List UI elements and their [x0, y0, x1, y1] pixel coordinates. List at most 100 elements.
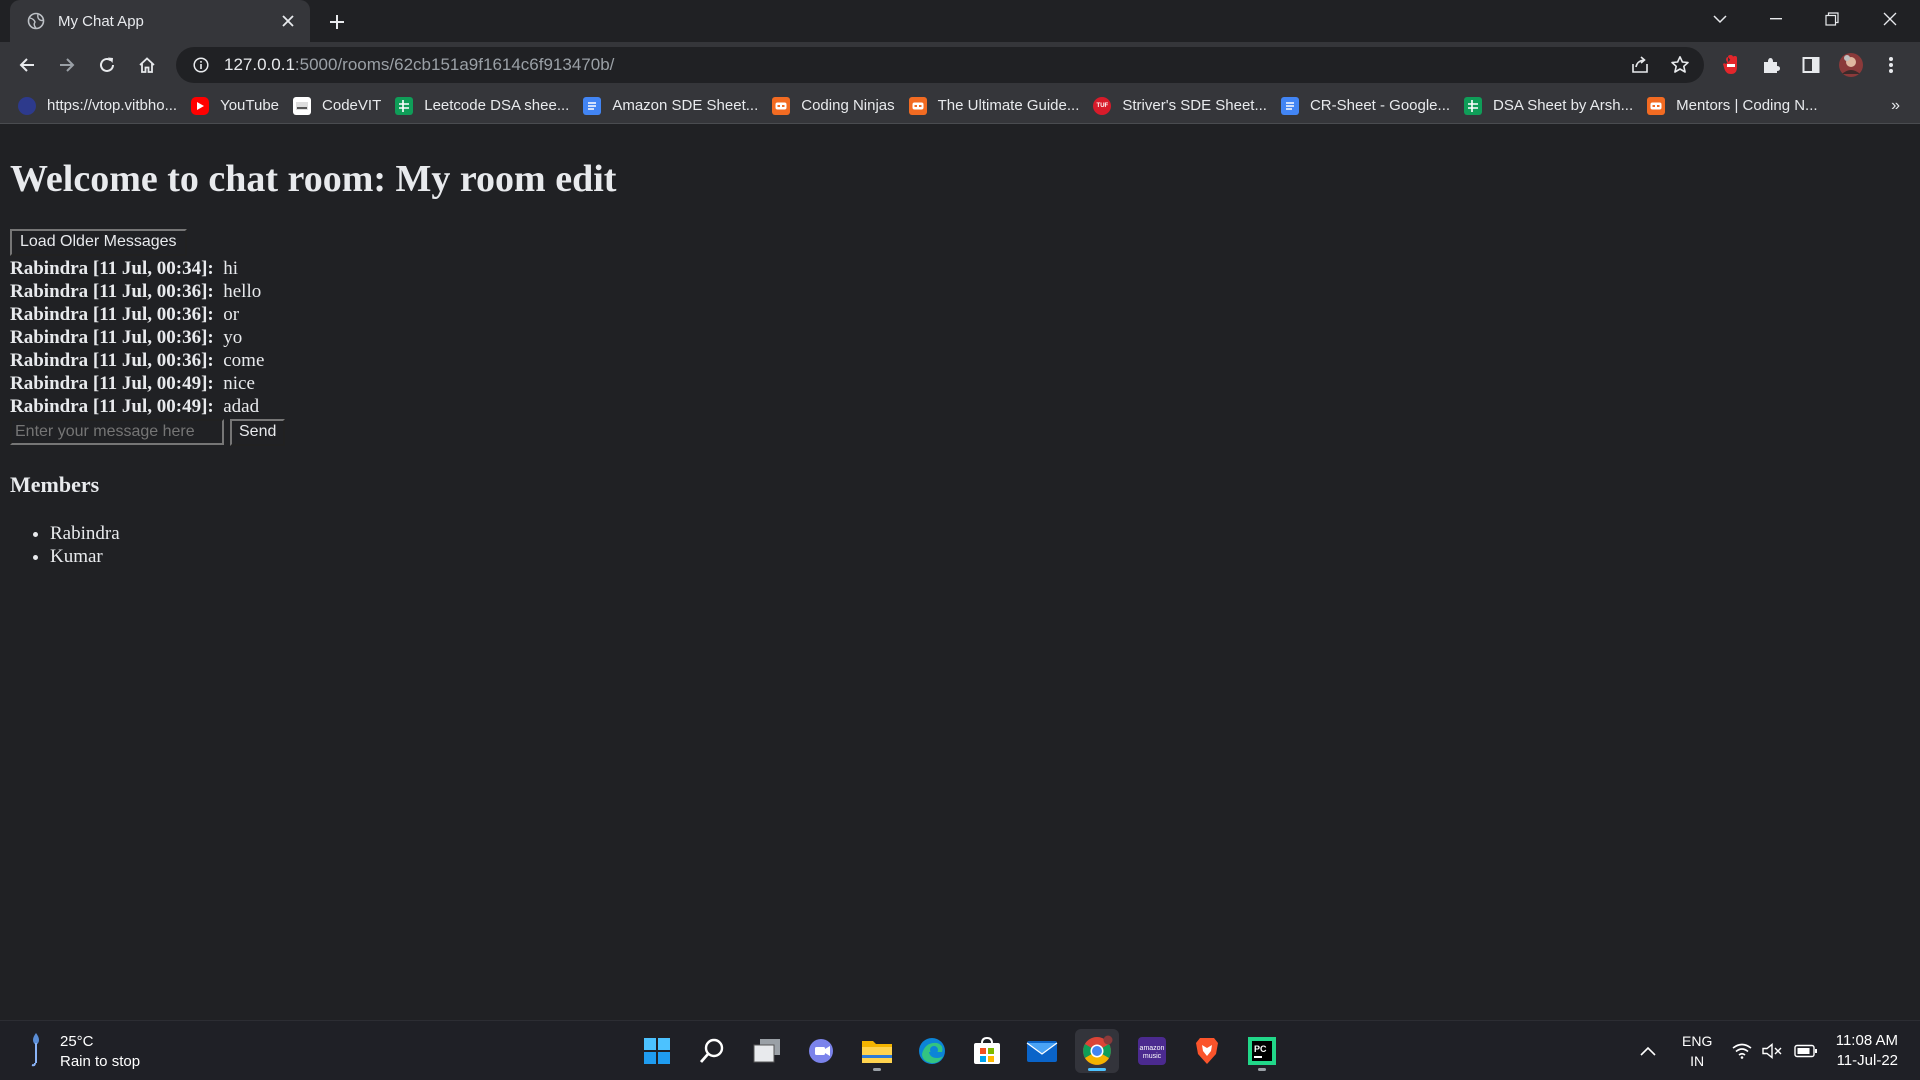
message-sender: Rabindra [11 Jul, 00:34]:	[10, 257, 214, 279]
sheets-icon	[1464, 96, 1483, 115]
file-explorer-icon[interactable]	[855, 1029, 899, 1073]
volume-muted-icon[interactable]	[1762, 1021, 1782, 1080]
member-item: Rabindra	[50, 522, 1910, 545]
message-sender: Rabindra [11 Jul, 00:36]:	[10, 326, 214, 348]
start-icon[interactable]	[635, 1029, 679, 1073]
task-view-icon[interactable]	[745, 1029, 789, 1073]
browser-tab[interactable]: My Chat App	[10, 0, 310, 42]
address-bar[interactable]: 127.0.0.1:5000/rooms/62cb151a9f1614c6f91…	[176, 47, 1704, 83]
amazon-music-icon[interactable]: amazon music	[1130, 1029, 1174, 1073]
bookmark-label: The Ultimate Guide...	[937, 97, 1080, 114]
rain-umbrella-icon	[28, 1031, 44, 1072]
message-text: hello	[223, 280, 262, 302]
bookmark-item[interactable]: https://vtop.vitbho...	[18, 91, 177, 121]
codevit-icon	[293, 96, 312, 115]
chat-message: Rabindra [11 Jul, 00:49]: nice	[10, 372, 1910, 395]
tab-search-icon[interactable]	[1692, 0, 1748, 38]
load-older-messages-button[interactable]: Load Older Messages	[10, 228, 187, 256]
extensions-puzzle-icon[interactable]	[1756, 50, 1786, 80]
url-host: 127.0.0.1	[224, 55, 295, 74]
page-title: Welcome to chat room: My room edit	[10, 158, 617, 200]
forward-icon[interactable]	[52, 50, 82, 80]
edge-icon[interactable]	[910, 1029, 954, 1073]
profile-avatar[interactable]	[1836, 50, 1866, 80]
message-sender: Rabindra [11 Jul, 00:36]:	[10, 303, 214, 325]
members-heading: Members	[10, 471, 100, 497]
bookmark-label: Striver's SDE Sheet...	[1122, 97, 1267, 114]
tab-strip: My Chat App	[0, 0, 1920, 42]
bookmark-star-icon[interactable]	[1669, 54, 1691, 76]
reload-icon[interactable]	[92, 50, 122, 80]
bookmark-item[interactable]: Mentors | Coding N...	[1647, 91, 1818, 121]
vtop-icon	[18, 96, 36, 115]
bookmark-item[interactable]: YouTube	[191, 91, 279, 121]
bookmark-item[interactable]: The Ultimate Guide...	[908, 91, 1080, 121]
bookmark-item[interactable]: CodeVIT	[293, 91, 381, 121]
minimize-icon[interactable]	[1748, 0, 1804, 38]
mail-icon[interactable]	[1020, 1029, 1064, 1073]
teams-chat-icon[interactable]	[800, 1029, 844, 1073]
message-text: yo	[223, 326, 243, 348]
svg-text:music: music	[1143, 1053, 1162, 1060]
bookmark-item[interactable]: Coding Ninjas	[772, 91, 895, 121]
close-window-icon[interactable]	[1862, 0, 1918, 38]
site-info-icon[interactable]	[190, 54, 212, 76]
message-text: or	[223, 303, 240, 325]
brave-icon[interactable]	[1185, 1029, 1229, 1073]
chrome-menu-icon[interactable]	[1876, 50, 1906, 80]
show-hidden-icons[interactable]	[1640, 1021, 1656, 1080]
new-tab-button[interactable]	[324, 9, 350, 35]
weather-widget[interactable]: 25°C Rain to stop	[28, 1031, 140, 1072]
message-sender: Rabindra [11 Jul, 00:36]:	[10, 349, 214, 371]
share-icon[interactable]	[1629, 54, 1651, 76]
weather-temperature: 25°C	[60, 1032, 94, 1050]
youtube-icon	[191, 96, 210, 115]
bookmark-item[interactable]: Amazon SDE Sheet...	[583, 91, 758, 121]
page-content: Welcome to chat room: My room edit Load …	[0, 125, 1920, 1020]
message-text: hi	[223, 257, 239, 279]
region-code: IN	[1690, 1053, 1705, 1069]
bookmark-label: CodeVIT	[322, 97, 382, 114]
bookmark-label: https://vtop.vitbho...	[47, 97, 178, 114]
url-path: :5000/rooms/62cb151a9f1614c6f913470b/	[294, 55, 615, 74]
bookmark-label: Amazon SDE Sheet...	[612, 97, 759, 114]
battery-icon[interactable]	[1794, 1021, 1818, 1080]
store-icon[interactable]	[965, 1029, 1009, 1073]
side-panel-icon[interactable]	[1796, 50, 1826, 80]
chat-message: Rabindra [11 Jul, 00:36]: come	[10, 349, 1910, 372]
pycharm-icon[interactable]: PC	[1240, 1029, 1284, 1073]
system-clock[interactable]: 11:08 AM 11-Jul-22	[1836, 1031, 1898, 1071]
weather-description: Rain to stop	[60, 1052, 141, 1070]
back-icon[interactable]	[12, 50, 42, 80]
browser-toolbar: 127.0.0.1:5000/rooms/62cb151a9f1614c6f91…	[0, 42, 1920, 88]
coding-ninjas-icon	[772, 96, 791, 115]
docs-icon	[583, 96, 602, 115]
more-bookmarks-button[interactable]: »	[1891, 88, 1900, 124]
message-sender: Rabindra [11 Jul, 00:36]:	[10, 280, 214, 302]
close-tab-icon[interactable]	[278, 11, 298, 31]
adblock-extension-icon[interactable]	[1716, 50, 1746, 80]
wifi-icon[interactable]	[1732, 1021, 1752, 1080]
home-icon[interactable]	[132, 50, 162, 80]
docs-icon	[1280, 96, 1299, 115]
bookmark-item[interactable]: Leetcode DSA shee...	[395, 91, 569, 121]
message-input[interactable]	[10, 419, 224, 446]
bookmark-label: Coding Ninjas	[801, 97, 895, 114]
language-indicator[interactable]: ENG IN	[1682, 1021, 1712, 1080]
chrome-icon[interactable]	[1075, 1029, 1119, 1073]
restore-icon[interactable]	[1804, 0, 1860, 38]
bookmarks-bar: https://vtop.vitbho... YouTube CodeVIT Leet…	[0, 88, 1920, 124]
bookmark-item[interactable]: TUF Striver's SDE Sheet...	[1093, 91, 1267, 121]
bookmark-label: Mentors | Coding N...	[1676, 97, 1818, 114]
bookmark-label: YouTube	[220, 97, 280, 114]
bookmark-item[interactable]: CR-Sheet - Google...	[1280, 91, 1450, 121]
chat-message: Rabindra [11 Jul, 00:34]: hi	[10, 257, 1910, 280]
globe-icon	[26, 11, 46, 31]
chat-message: Rabindra [11 Jul, 00:36]: yo	[10, 326, 1910, 349]
bookmark-item[interactable]: DSA Sheet by Arsh...	[1464, 91, 1633, 121]
search-icon[interactable]	[690, 1029, 734, 1073]
tuf-icon: TUF	[1093, 96, 1112, 115]
send-button[interactable]: Send	[230, 418, 286, 446]
message-sender: Rabindra [11 Jul, 00:49]:	[10, 372, 214, 394]
tab-title: My Chat App	[58, 12, 144, 30]
